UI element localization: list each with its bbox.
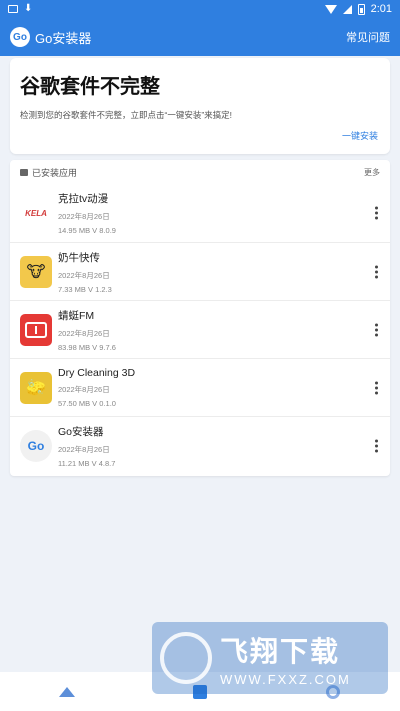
warning-headline: 谷歌套件不完整	[20, 76, 160, 98]
install-date: 2022年8月26日	[58, 270, 110, 280]
wifi-icon	[324, 4, 337, 14]
app-name: 奶牛快传	[58, 251, 100, 264]
app-name: 克拉tv动漫	[58, 193, 109, 205]
go-installer-icon: Go	[20, 429, 52, 462]
faq-button[interactable]: 常见问题	[346, 29, 390, 45]
dry-cleaning-icon: 🧽	[20, 371, 52, 404]
more-options-icon[interactable]	[373, 263, 380, 280]
notification-icon	[8, 5, 18, 13]
home-icon	[58, 686, 75, 697]
install-date: 2022年8月26日	[58, 444, 110, 454]
clock: 2:01	[370, 3, 392, 15]
app-row-dry-cleaning[interactable]: 🧽 Dry Cleaning 3D 2022年8月26日 57.50 MB V …	[10, 358, 390, 416]
app-row-cow-transfer[interactable]: 🐮 奶牛快传 2022年8月26日 7.33 MB V 1.2.3	[10, 242, 390, 300]
watermark-logo-icon	[160, 632, 212, 684]
install-date: 2022年8月26日	[58, 328, 110, 338]
installed-apps-label: 已安装应用	[32, 167, 78, 178]
warning-description: 检测到您的谷歌套件不完整，立即点击“一键安装”来搞定!	[20, 110, 233, 120]
more-options-icon[interactable]	[373, 437, 380, 454]
install-date: 2022年8月26日	[58, 212, 110, 221]
more-options-icon[interactable]	[373, 205, 380, 222]
install-date: 2022年8月26日	[58, 385, 110, 394]
app-name: Go安装器	[58, 425, 104, 438]
app-title: Go安装器	[35, 30, 92, 46]
installed-apps-card: 已安装应用 更多 KELA 克拉tv动漫 2022年8月26日 14.95 MB…	[10, 160, 390, 476]
app-size-version: 57.50 MB V 0.1.0	[58, 399, 116, 408]
watermark-text: 飞翔下载	[220, 635, 341, 667]
app-size-version: 7.33 MB V 1.2.3	[58, 284, 112, 294]
more-button[interactable]: 更多	[364, 167, 380, 178]
app-row-qingting-fm[interactable]: 蜻蜓FM 2022年8月26日 83.98 MB V 9.7.6	[10, 300, 390, 358]
status-bar: ⬇ 2:01	[0, 0, 400, 18]
more-options-icon[interactable]	[373, 379, 380, 396]
installed-apps-header: 已安装应用 更多	[10, 160, 390, 184]
site-watermark: 飞翔下载 WWW.FXXZ.COM	[152, 622, 388, 694]
app-bar: Go Go安装器 常见问题	[0, 18, 400, 56]
app-size-version: 14.95 MB V 8.0.9	[58, 226, 116, 235]
app-name: 蜻蜓FM	[58, 309, 95, 322]
app-row-go-installer[interactable]: Go Go安装器 2022年8月26日 11.21 MB V 4.8.7	[10, 416, 390, 474]
watermark-url: WWW.FXXZ.COM	[220, 671, 351, 687]
package-icon	[20, 168, 28, 176]
app-name: Dry Cleaning 3D	[58, 367, 136, 379]
one-click-install-button[interactable]: 一键安装	[342, 129, 378, 142]
app-size-version: 11.21 MB V 4.8.7	[58, 458, 116, 468]
cow-icon: 🐮	[20, 255, 52, 288]
signal-icon	[342, 4, 352, 14]
app-logo-icon: Go	[10, 27, 30, 47]
nav-home[interactable]	[37, 674, 97, 710]
app-size-version: 83.98 MB V 9.7.6	[58, 342, 116, 352]
radio-icon	[20, 313, 52, 346]
app-row-kela-tv[interactable]: KELA 克拉tv动漫 2022年8月26日 14.95 MB V 8.0.9	[10, 184, 390, 242]
kela-tv-icon: KELA	[20, 197, 52, 229]
download-icon: ⬇	[24, 3, 33, 14]
gapps-warning-card: 谷歌套件不完整 检测到您的谷歌套件不完整，立即点击“一键安装”来搞定! 一键安装	[10, 58, 390, 154]
battery-icon	[357, 3, 365, 15]
more-options-icon[interactable]	[373, 321, 380, 338]
